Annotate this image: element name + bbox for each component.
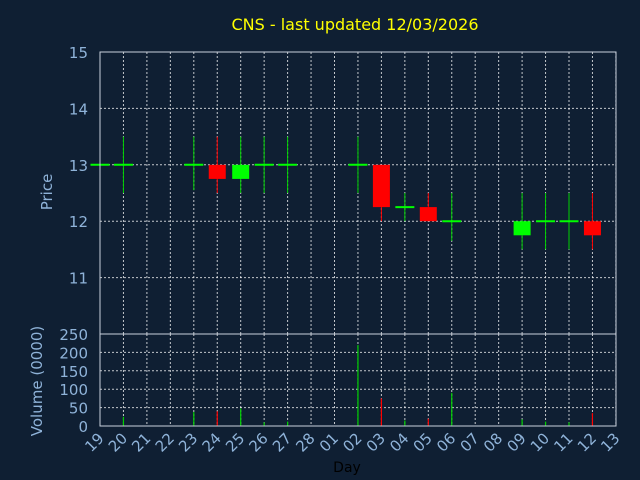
candle-body [419, 207, 437, 222]
day-tick-labels: 1920212223242526272801020304050607080910… [81, 429, 623, 455]
candle-body [513, 221, 531, 236]
candle-body [372, 164, 390, 208]
volume-tick-label: 0 [78, 418, 88, 436]
candle-body [232, 164, 250, 179]
volume-axis-label: Volume (0000) [28, 326, 46, 436]
price-tick-label: 14 [69, 100, 88, 118]
chart-title: CNS - last updated 12/03/2026 [231, 15, 478, 34]
volume-tick-label: 200 [59, 344, 88, 362]
candle-body [583, 221, 601, 236]
candle-body [208, 164, 226, 179]
price-axis-label: Price [38, 174, 56, 211]
volume-tick-label: 150 [59, 363, 88, 381]
volume-tick-label: 50 [69, 400, 88, 418]
stock-chart: CNS - last updated 12/03/2026 Price Volu… [0, 0, 640, 480]
volume-tick-label: 250 [59, 326, 88, 344]
price-tick-label: 13 [69, 157, 88, 175]
price-tick-label: 11 [69, 270, 88, 288]
price-tick-label: 15 [69, 44, 88, 62]
price-tick-label: 12 [69, 213, 88, 231]
volume-tick-label: 100 [59, 381, 88, 399]
x-axis-label: Day [333, 460, 361, 476]
